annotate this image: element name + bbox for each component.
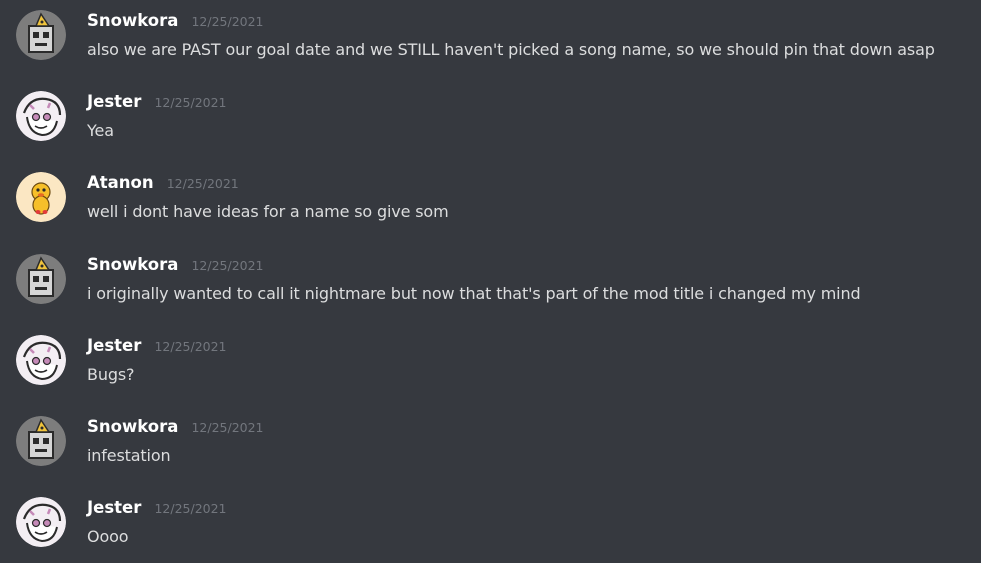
message-text: also we are PAST our goal date and we ST… — [87, 40, 935, 59]
message-timestamp: 12/25/2021 — [154, 339, 227, 354]
robot-avatar-icon[interactable] — [16, 10, 66, 60]
author-name[interactable]: Jester — [87, 498, 141, 517]
message-timestamp: 12/25/2021 — [191, 14, 264, 29]
message-timestamp: 12/25/2021 — [166, 176, 239, 191]
message-header: Jester 12/25/2021 — [87, 498, 227, 522]
author-name[interactable]: Jester — [87, 336, 141, 355]
message-header: Atanon 12/25/2021 — [87, 173, 239, 197]
message-header: Snowkora 12/25/2021 — [87, 255, 264, 279]
message-text: Oooo — [87, 527, 129, 546]
message-timestamp: 12/25/2021 — [191, 258, 264, 273]
jester-avatar-icon[interactable] — [16, 335, 66, 385]
duck-avatar-icon[interactable] — [16, 172, 66, 222]
jester-avatar-icon[interactable] — [16, 91, 66, 141]
author-name[interactable]: Snowkora — [87, 255, 178, 274]
message-header: Snowkora 12/25/2021 — [87, 417, 264, 441]
message-item: Snowkora 12/25/2021 also we are PAST our… — [0, 0, 981, 70]
message-header: Jester 12/25/2021 — [87, 336, 227, 360]
message-text: well i dont have ideas for a name so giv… — [87, 202, 449, 221]
message-timestamp: 12/25/2021 — [154, 95, 227, 110]
chat-message-list: Snowkora 12/25/2021 also we are PAST our… — [0, 0, 981, 563]
author-name[interactable]: Snowkora — [87, 11, 178, 30]
message-item: Jester 12/25/2021 Yea — [0, 81, 981, 151]
robot-avatar-icon[interactable] — [16, 416, 66, 466]
message-text: infestation — [87, 446, 171, 465]
message-item: Atanon 12/25/2021 well i dont have ideas… — [0, 162, 981, 232]
author-name[interactable]: Snowkora — [87, 417, 178, 436]
message-text: Yea — [87, 121, 114, 140]
author-name[interactable]: Atanon — [87, 173, 154, 192]
message-item: Jester 12/25/2021 Oooo — [0, 487, 981, 557]
message-item: Jester 12/25/2021 Bugs? — [0, 325, 981, 395]
message-item: Snowkora 12/25/2021 i originally wanted … — [0, 244, 981, 314]
message-timestamp: 12/25/2021 — [191, 420, 264, 435]
message-item: Snowkora 12/25/2021 infestation — [0, 406, 981, 476]
message-text: Bugs? — [87, 365, 135, 384]
robot-avatar-icon[interactable] — [16, 254, 66, 304]
message-text: i originally wanted to call it nightmare… — [87, 284, 861, 303]
message-header: Snowkora 12/25/2021 — [87, 11, 264, 35]
author-name[interactable]: Jester — [87, 92, 141, 111]
message-header: Jester 12/25/2021 — [87, 92, 227, 116]
jester-avatar-icon[interactable] — [16, 497, 66, 547]
message-timestamp: 12/25/2021 — [154, 501, 227, 516]
